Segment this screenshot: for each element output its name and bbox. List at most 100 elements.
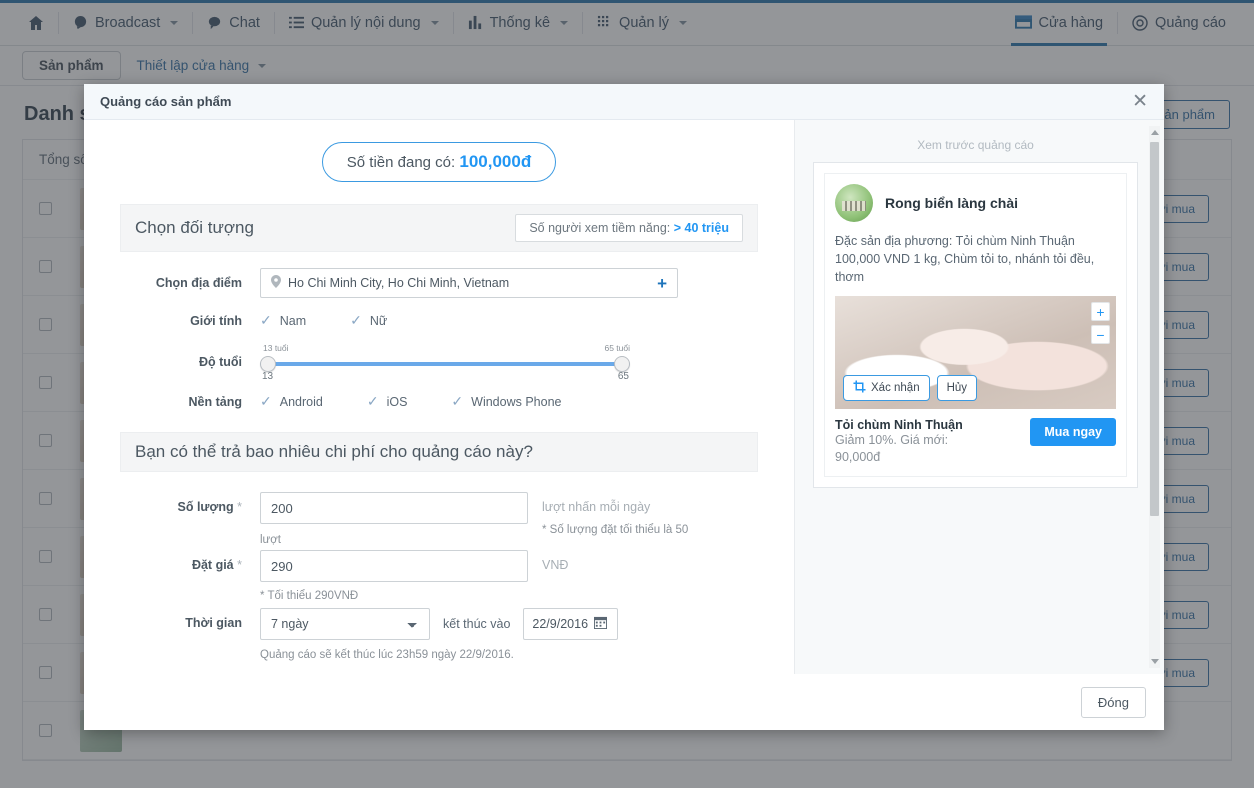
gender-option-female-label: Nữ [369,313,388,328]
platform-option-windows-phone[interactable]: ✓ Windows Phone [451,393,561,410]
plus-icon[interactable]: + [657,275,667,292]
modal-form-column: Số tiền đang có: 100,000đ Chọn đối tượng… [84,120,794,674]
platform-option-ios[interactable]: ✓ iOS [367,393,408,410]
bid-unit: VNĐ [542,558,569,572]
preview-product-name: Tỏi chùm Ninh Thuận [835,418,963,433]
crop-action-bar: Xác nhận Hủy [843,375,978,402]
platform-label: Nền tảng [188,394,242,409]
age-label: Độ tuổi [198,355,242,369]
check-icon: ✓ [350,312,362,328]
product-advertising-modal: Quảng cáo sản phẩm ✕ Số tiền đang có: 10… [84,84,1164,730]
bid-label: Đặt giá * [120,550,260,572]
gender-option-female[interactable]: ✓ Nữ [350,312,387,329]
age-range-slider[interactable]: 13 tuổi 65 tuổi 13 65 [260,343,630,383]
quantity-row: Số lượng * lượt lượt nhấn mỗi ngày * Số … [120,492,758,546]
reach-value: > 40 triệu [673,221,729,235]
platform-option-ios-label: iOS [386,394,408,409]
zoom-out-icon[interactable]: − [1091,325,1110,345]
age-min-value: 13 [262,371,274,382]
slider-handle-min[interactable] [260,356,276,372]
age-max-value: 65 [617,371,629,382]
age-min-tooltip: 13 tuổi [263,343,289,353]
preview-scrollbar[interactable] [1149,126,1160,668]
balance-amount: 100,000đ [459,152,532,171]
budget-section-header: Bạn có thể trả bao nhiêu chi phí cho quả… [120,432,758,472]
quantity-unit: lượt nhấn mỗi ngày [542,500,651,514]
crop-icon [853,380,866,396]
duration-label: Thời gian [185,616,242,630]
quantity-unit-secondary: lượt [260,534,281,546]
calendar-icon[interactable] [594,616,608,632]
bid-input[interactable] [260,550,528,582]
crop-cancel-button[interactable]: Hủy [936,375,978,402]
required-marker: * [237,558,242,572]
location-row: Chọn địa điểm Ho Chi Minh City, Ho Chi M… [120,268,758,298]
modal-header: Quảng cáo sản phẩm ✕ [84,84,1164,120]
preview-product-footer: Tỏi chùm Ninh Thuận Giảm 10%. Giá mới: 9… [835,409,1116,466]
required-marker: * [237,500,242,514]
scroll-up-icon[interactable] [1151,130,1159,135]
zoom-in-icon[interactable]: + [1091,302,1110,322]
gender-option-male-label: Nam [279,313,307,328]
end-date-value: 22/9/2016 [532,617,589,631]
quantity-hint: * Số lượng đặt tối thiểu là 50 [542,524,689,536]
modal-footer: Đóng [84,674,1164,730]
preview-product-sub: Giảm 10%. Giá mới: [835,433,949,448]
platform-option-windows-phone-label: Windows Phone [471,394,562,409]
check-icon: ✓ [260,312,272,328]
audience-section-title: Chọn đối tượng [135,218,254,237]
budget-section-title: Bạn có thể trả bao nhiêu chi phí cho quả… [135,442,533,461]
check-icon: ✓ [366,393,379,409]
age-row: Độ tuổi 13 tuổi 65 tuổi 13 65 [120,343,758,383]
duration-select[interactable]: 7 ngày [260,608,430,640]
map-pin-icon [271,275,281,291]
location-value: Ho Chi Minh City, Ho Chi Minh, Vietnam [288,276,510,290]
slider-track [260,362,630,366]
ad-preview-card: Rong biển làng chài Đặc sản địa phương: … [813,162,1138,489]
bid-row: Đặt giá * * Tối thiểu 290VNĐ VNĐ [120,550,758,602]
duration-row: Thời gian 7 ngày kết thúc vào 22/9/2016 [120,608,758,661]
preview-page-header: Rong biển làng chài [835,184,1116,222]
end-label: kết thúc vào [443,617,511,631]
balance-row: Số tiền đang có: 100,000đ [120,142,758,182]
potential-reach-badge: Số người xem tiềm năng: > 40 triệu [515,214,743,242]
platform-option-android[interactable]: ✓ Android [260,393,323,410]
gender-option-male[interactable]: ✓ Nam [260,312,306,329]
close-icon[interactable]: ✕ [1132,92,1148,111]
page-avatar [835,184,873,222]
quantity-label-text: Số lượng [177,500,234,514]
scroll-down-icon[interactable] [1151,659,1159,664]
preview-image[interactable]: + − Xác nhận Hủy [835,296,1116,410]
quantity-input[interactable] [260,492,528,524]
location-label: Chọn địa điểm [155,276,242,290]
balance-label: Số tiền đang có: [346,154,456,171]
modal-body: Số tiền đang có: 100,000đ Chọn đối tượng… [84,120,1164,674]
image-zoom-controls: + − [1091,302,1110,345]
quantity-label: Số lượng * [120,492,260,514]
platform-option-android-label: Android [279,394,323,409]
bid-label-text: Đặt giá [191,558,234,572]
reach-label: Số người xem tiềm năng: [529,221,671,235]
slider-handle-max[interactable] [614,356,630,372]
close-button[interactable]: Đóng [1080,686,1146,718]
age-max-tooltip: 65 tuổi [604,343,630,353]
ad-preview-column: Xem trước quảng cáo Rong biển làng chài … [794,120,1164,674]
modal-title: Quảng cáo sản phẩm [100,94,232,109]
crop-confirm-button[interactable]: Xác nhận [843,375,930,402]
crop-confirm-label: Xác nhận [871,382,920,395]
buy-now-button[interactable]: Mua ngay [1030,418,1116,447]
gender-row: Giới tính ✓ Nam ✓ Nữ [120,312,758,329]
bid-hint: * Tối thiểu 290VNĐ [260,590,359,602]
balance-pill: Số tiền đang có: 100,000đ [321,142,557,182]
location-input[interactable]: Ho Chi Minh City, Ho Chi Minh, Vietnam + [260,268,678,298]
check-icon: ✓ [451,393,464,409]
preview-body-text: Đặc sản địa phương: Tỏi chùm Ninh Thuận … [835,234,1095,285]
preview-page-name: Rong biển làng chài [885,195,1019,211]
preview-label: Xem trước quảng cáo [917,138,1034,152]
end-date-input[interactable]: 22/9/2016 [523,608,619,640]
platform-row: Nền tảng ✓ Android ✓ iOS ✓ Windows Phone [120,393,758,410]
scrollbar-thumb[interactable] [1150,142,1159,516]
audience-section-header: Chọn đối tượng Số người xem tiềm năng: >… [120,204,758,252]
end-note: Quảng cáo sẽ kết thúc lúc 23h59 ngày 22/… [260,649,514,661]
gender-label: Giới tính [190,313,242,328]
